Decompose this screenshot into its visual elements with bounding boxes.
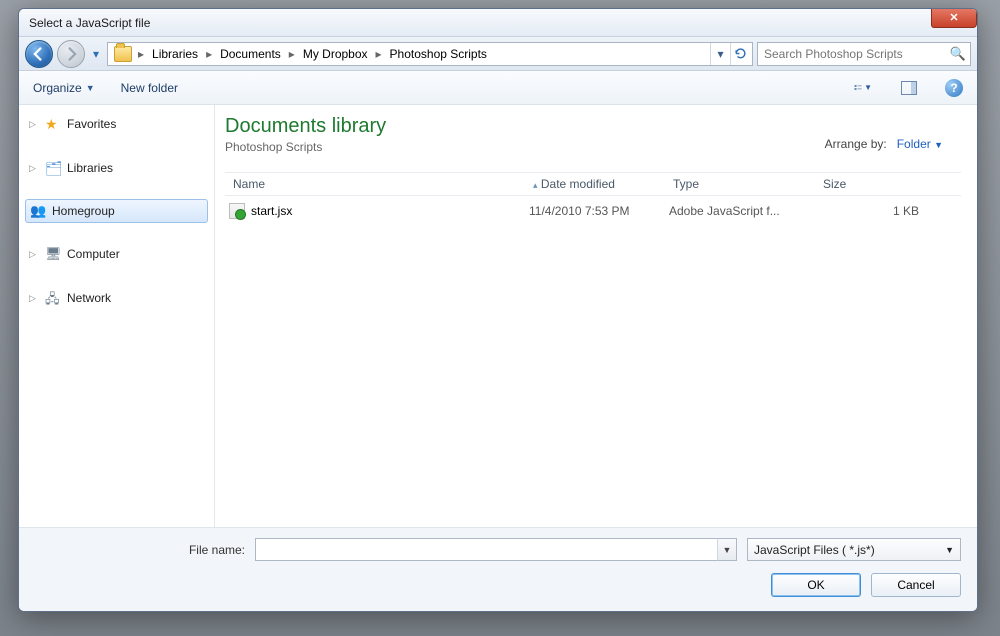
column-date[interactable]: ▴ Date modified bbox=[529, 177, 669, 191]
file-type-filter[interactable]: JavaScript Files ( *.js*) ▼ bbox=[747, 538, 961, 561]
cancel-button[interactable]: Cancel bbox=[871, 573, 961, 597]
sidebar-item-libraries[interactable]: ▷ 🗂 Libraries bbox=[19, 155, 214, 181]
sidebar-label: Favorites bbox=[67, 117, 116, 131]
breadcrumb-sep: ▸ bbox=[374, 47, 384, 61]
nav-bar: ▾ ▸ Libraries ▸ Documents ▸ My Dropbox ▸… bbox=[19, 37, 977, 71]
file-open-dialog: Select a JavaScript file ✕ ▾ ▸ Libraries… bbox=[18, 8, 978, 612]
window-title: Select a JavaScript file bbox=[25, 16, 150, 30]
column-headers: Name ▴ Date modified Type Size bbox=[225, 172, 961, 196]
preview-pane-button[interactable] bbox=[899, 78, 919, 98]
expand-icon: ▷ bbox=[29, 249, 39, 260]
dialog-footer: File name: ▼ JavaScript Files ( *.js*) ▼… bbox=[19, 527, 977, 611]
sidebar-label: Libraries bbox=[67, 161, 113, 175]
arrow-right-icon bbox=[64, 47, 78, 61]
breadcrumb-sep: ▸ bbox=[287, 47, 297, 61]
refresh-icon bbox=[734, 47, 747, 60]
nav-sidebar: ▷ ★ Favorites ▷ 🗂 Libraries 👥 Homegroup … bbox=[19, 105, 215, 527]
column-name[interactable]: Name bbox=[229, 177, 529, 191]
forward-button[interactable] bbox=[57, 40, 85, 68]
libraries-icon: 🗂 bbox=[45, 160, 61, 176]
breadcrumb-mydropbox[interactable]: My Dropbox bbox=[297, 43, 374, 65]
address-bar[interactable]: ▸ Libraries ▸ Documents ▸ My Dropbox ▸ P… bbox=[107, 42, 753, 66]
sort-icon: ▴ bbox=[533, 180, 538, 190]
toolbar: Organize ▼ New folder ▼ ? bbox=[19, 71, 977, 105]
view-options-button[interactable]: ▼ bbox=[853, 78, 873, 98]
sidebar-item-homegroup[interactable]: 👥 Homegroup bbox=[25, 199, 208, 223]
organize-label: Organize bbox=[33, 81, 82, 95]
new-folder-button[interactable]: New folder bbox=[121, 81, 178, 95]
search-box[interactable]: 🔍 bbox=[757, 42, 971, 66]
help-icon: ? bbox=[950, 81, 957, 95]
close-button[interactable]: ✕ bbox=[931, 8, 977, 28]
recent-locations-button[interactable]: ▾ bbox=[89, 44, 103, 64]
arrange-by-button[interactable]: Folder ▼ bbox=[897, 137, 943, 151]
sidebar-item-network[interactable]: ▷ 🖧 Network bbox=[19, 285, 214, 311]
organize-button[interactable]: Organize ▼ bbox=[33, 81, 95, 95]
window-buttons: ✕ bbox=[931, 8, 977, 28]
breadcrumb-libraries[interactable]: Libraries bbox=[146, 43, 204, 65]
library-title: Documents library bbox=[225, 115, 961, 138]
pane-icon bbox=[901, 81, 917, 95]
file-date: 11/4/2010 7:53 PM bbox=[529, 204, 669, 218]
chevron-down-icon: ▼ bbox=[934, 140, 943, 150]
filter-label: JavaScript Files ( *.js*) bbox=[754, 543, 875, 557]
address-dropdown-button[interactable]: ▾ bbox=[710, 43, 730, 65]
search-icon: 🔍 bbox=[950, 46, 966, 62]
chevron-down-icon: ▼ bbox=[86, 83, 95, 93]
star-icon: ★ bbox=[45, 116, 61, 132]
sidebar-item-favorites[interactable]: ▷ ★ Favorites bbox=[19, 111, 214, 137]
folder-icon bbox=[114, 46, 132, 62]
view-icon bbox=[854, 81, 862, 95]
file-name-label: File name: bbox=[35, 543, 245, 557]
help-button[interactable]: ? bbox=[945, 79, 963, 97]
file-row[interactable]: start.jsx 11/4/2010 7:53 PM Adobe JavaSc… bbox=[225, 196, 961, 226]
breadcrumb-photoshopscripts[interactable]: Photoshop Scripts bbox=[384, 43, 493, 65]
chevron-down-icon: ▼ bbox=[945, 545, 954, 555]
back-button[interactable] bbox=[25, 40, 53, 68]
file-name: start.jsx bbox=[251, 204, 292, 218]
arrange-label: Arrange by: bbox=[825, 137, 887, 151]
arrange-by: Arrange by: Folder ▼ bbox=[825, 137, 943, 151]
expand-icon: ▷ bbox=[29, 293, 39, 304]
file-size: 1 KB bbox=[819, 204, 939, 218]
file-type: Adobe JavaScript f... bbox=[669, 204, 819, 218]
script-file-icon bbox=[229, 203, 245, 219]
column-type[interactable]: Type bbox=[669, 177, 819, 191]
search-input[interactable] bbox=[762, 46, 950, 62]
column-size[interactable]: Size bbox=[819, 177, 939, 191]
computer-icon: 🖥 bbox=[45, 246, 61, 262]
homegroup-icon: 👥 bbox=[30, 203, 46, 219]
file-name-input[interactable] bbox=[255, 538, 737, 561]
refresh-button[interactable] bbox=[730, 43, 750, 65]
sidebar-label: Homegroup bbox=[52, 204, 115, 218]
arrange-value: Folder bbox=[897, 137, 931, 151]
breadcrumb-documents[interactable]: Documents bbox=[214, 43, 287, 65]
new-folder-label: New folder bbox=[121, 81, 178, 95]
expand-icon: ▷ bbox=[29, 119, 39, 130]
arrow-left-icon bbox=[32, 47, 46, 61]
sidebar-item-computer[interactable]: ▷ 🖥 Computer bbox=[19, 241, 214, 267]
file-name-dropdown[interactable]: ▼ bbox=[717, 538, 737, 561]
title-bar: Select a JavaScript file ✕ bbox=[19, 9, 977, 37]
breadcrumb-sep: ▸ bbox=[136, 47, 146, 61]
sidebar-label: Computer bbox=[67, 247, 120, 261]
chevron-down-icon: ▼ bbox=[864, 83, 872, 92]
breadcrumb-sep: ▸ bbox=[204, 47, 214, 61]
ok-button[interactable]: OK bbox=[771, 573, 861, 597]
network-icon: 🖧 bbox=[45, 290, 61, 306]
sidebar-label: Network bbox=[67, 291, 111, 305]
file-list-pane: Documents library Photoshop Scripts Name… bbox=[215, 105, 977, 527]
expand-icon: ▷ bbox=[29, 163, 39, 174]
dialog-body: ▷ ★ Favorites ▷ 🗂 Libraries 👥 Homegroup … bbox=[19, 105, 977, 527]
